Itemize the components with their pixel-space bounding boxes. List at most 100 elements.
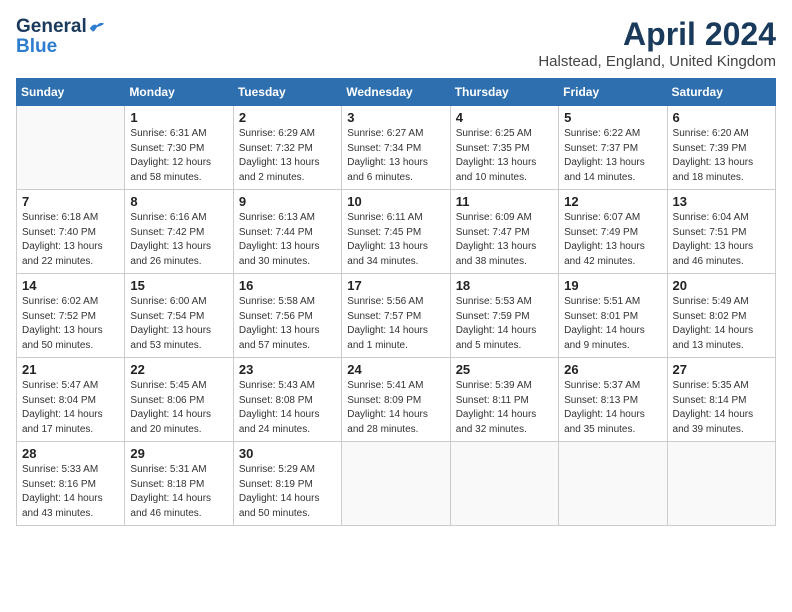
calendar-cell: 11 Sunrise: 6:09 AMSunset: 7:47 PMDayligh… bbox=[450, 190, 558, 274]
day-info: Sunrise: 6:18 AMSunset: 7:40 PMDaylight:… bbox=[22, 211, 119, 269]
day-info: Sunrise: 6:22 AMSunset: 7:37 PMDaylight:… bbox=[564, 127, 661, 185]
day-number: 23 bbox=[239, 362, 336, 377]
calendar-week-5: 28Sunrise: 5:33 AMSunset: 8:16 PMDayligh… bbox=[17, 442, 776, 526]
calendar-table: SundayMondayTuesdayWednesdayThursdayFrid… bbox=[16, 78, 776, 526]
calendar-cell: 19 Sunrise: 5:51 AMSunset: 8:01 PMDayligh… bbox=[559, 274, 667, 358]
calendar-cell: 15Sunrise: 6:00 AMSunset: 7:54 PMDayligh… bbox=[125, 274, 233, 358]
calendar-cell: 30 Sunrise: 5:29 AMSunset: 8:19 PMDayligh… bbox=[233, 442, 341, 526]
day-number: 30 bbox=[239, 446, 336, 461]
calendar-header-row: SundayMondayTuesdayWednesdayThursdayFrid… bbox=[17, 79, 776, 106]
day-info: Sunrise: 6:16 AMSunset: 7:42 PMDaylight:… bbox=[130, 211, 227, 269]
calendar-week-3: 14 Sunrise: 6:02 AMSunset: 7:52 PMDayligh… bbox=[17, 274, 776, 358]
day-number: 6 bbox=[673, 110, 770, 125]
day-number: 3 bbox=[347, 110, 444, 125]
calendar-cell: 9 Sunrise: 6:13 AMSunset: 7:44 PMDaylight… bbox=[233, 190, 341, 274]
calendar-cell: 4 Sunrise: 6:25 AMSunset: 7:35 PMDaylight… bbox=[450, 106, 558, 190]
day-number: 24 bbox=[347, 362, 444, 377]
day-info: Sunrise: 6:13 AMSunset: 7:44 PMDaylight:… bbox=[239, 211, 336, 269]
calendar-cell: 26Sunrise: 5:37 AMSunset: 8:13 PMDayligh… bbox=[559, 358, 667, 442]
calendar-cell bbox=[667, 442, 775, 526]
day-info: Sunrise: 6:07 AMSunset: 7:49 PMDaylight:… bbox=[564, 211, 661, 269]
day-number: 12 bbox=[564, 194, 661, 209]
calendar-cell: 28Sunrise: 5:33 AMSunset: 8:16 PMDayligh… bbox=[17, 442, 125, 526]
day-number: 26 bbox=[564, 362, 661, 377]
calendar-cell bbox=[342, 442, 450, 526]
page-header: General Blue April 2024 Halstead, Englan… bbox=[16, 16, 776, 70]
calendar-cell: 8 Sunrise: 6:16 AMSunset: 7:42 PMDaylight… bbox=[125, 190, 233, 274]
day-info: Sunrise: 6:20 AMSunset: 7:39 PMDaylight:… bbox=[673, 127, 770, 185]
calendar-cell: 5 Sunrise: 6:22 AMSunset: 7:37 PMDaylight… bbox=[559, 106, 667, 190]
calendar-week-2: 7 Sunrise: 6:18 AMSunset: 7:40 PMDaylight… bbox=[17, 190, 776, 274]
title-block: April 2024 Halstead, England, United Kin… bbox=[538, 16, 776, 70]
day-info: Sunrise: 5:51 AMSunset: 8:01 PMDaylight:… bbox=[564, 295, 661, 353]
day-info: Sunrise: 6:02 AMSunset: 7:52 PMDaylight:… bbox=[22, 295, 119, 353]
calendar-cell bbox=[559, 442, 667, 526]
logo-bird-icon bbox=[89, 20, 105, 34]
day-number: 5 bbox=[564, 110, 661, 125]
header-saturday: Saturday bbox=[667, 79, 775, 106]
day-number: 19 bbox=[564, 278, 661, 293]
calendar-cell: 29 Sunrise: 5:31 AMSunset: 8:18 PMDayligh… bbox=[125, 442, 233, 526]
calendar-cell: 12 Sunrise: 6:07 AMSunset: 7:49 PMDayligh… bbox=[559, 190, 667, 274]
calendar-cell: 23 Sunrise: 5:43 AMSunset: 8:08 PMDayligh… bbox=[233, 358, 341, 442]
calendar-week-4: 21Sunrise: 5:47 AMSunset: 8:04 PMDayligh… bbox=[17, 358, 776, 442]
day-info: Sunrise: 5:58 AMSunset: 7:56 PMDaylight:… bbox=[239, 295, 336, 353]
day-info: Sunrise: 6:09 AMSunset: 7:47 PMDaylight:… bbox=[456, 211, 553, 269]
day-number: 4 bbox=[456, 110, 553, 125]
header-thursday: Thursday bbox=[450, 79, 558, 106]
calendar-cell: 18Sunrise: 5:53 AMSunset: 7:59 PMDayligh… bbox=[450, 274, 558, 358]
day-info: Sunrise: 5:33 AMSunset: 8:16 PMDaylight:… bbox=[22, 463, 119, 521]
subtitle: Halstead, England, United Kingdom bbox=[538, 53, 776, 70]
calendar-cell: 6 Sunrise: 6:20 AMSunset: 7:39 PMDaylight… bbox=[667, 106, 775, 190]
day-info: Sunrise: 5:43 AMSunset: 8:08 PMDaylight:… bbox=[239, 379, 336, 437]
day-number: 22 bbox=[130, 362, 227, 377]
calendar-cell: 16 Sunrise: 5:58 AMSunset: 7:56 PMDayligh… bbox=[233, 274, 341, 358]
day-number: 11 bbox=[456, 194, 553, 209]
day-info: Sunrise: 6:29 AMSunset: 7:32 PMDaylight:… bbox=[239, 127, 336, 185]
day-info: Sunrise: 6:31 AMSunset: 7:30 PMDaylight:… bbox=[130, 127, 227, 185]
day-info: Sunrise: 6:00 AMSunset: 7:54 PMDaylight:… bbox=[130, 295, 227, 353]
day-info: Sunrise: 5:53 AMSunset: 7:59 PMDaylight:… bbox=[456, 295, 553, 353]
day-info: Sunrise: 5:47 AMSunset: 8:04 PMDaylight:… bbox=[22, 379, 119, 437]
day-info: Sunrise: 6:25 AMSunset: 7:35 PMDaylight:… bbox=[456, 127, 553, 185]
header-tuesday: Tuesday bbox=[233, 79, 341, 106]
calendar-cell: 2 Sunrise: 6:29 AMSunset: 7:32 PMDaylight… bbox=[233, 106, 341, 190]
day-info: Sunrise: 5:56 AMSunset: 7:57 PMDaylight:… bbox=[347, 295, 444, 353]
day-number: 25 bbox=[456, 362, 553, 377]
calendar-cell: 1Sunrise: 6:31 AMSunset: 7:30 PMDaylight… bbox=[125, 106, 233, 190]
calendar-cell: 7 Sunrise: 6:18 AMSunset: 7:40 PMDaylight… bbox=[17, 190, 125, 274]
day-info: Sunrise: 5:29 AMSunset: 8:19 PMDaylight:… bbox=[239, 463, 336, 521]
calendar-cell: 3 Sunrise: 6:27 AMSunset: 7:34 PMDaylight… bbox=[342, 106, 450, 190]
day-number: 9 bbox=[239, 194, 336, 209]
day-number: 7 bbox=[22, 194, 119, 209]
day-info: Sunrise: 5:45 AMSunset: 8:06 PMDaylight:… bbox=[130, 379, 227, 437]
day-info: Sunrise: 5:31 AMSunset: 8:18 PMDaylight:… bbox=[130, 463, 227, 521]
calendar-cell: 25Sunrise: 5:39 AMSunset: 8:11 PMDayligh… bbox=[450, 358, 558, 442]
day-number: 14 bbox=[22, 278, 119, 293]
day-info: Sunrise: 6:27 AMSunset: 7:34 PMDaylight:… bbox=[347, 127, 444, 185]
calendar-cell: 14 Sunrise: 6:02 AMSunset: 7:52 PMDayligh… bbox=[17, 274, 125, 358]
day-number: 10 bbox=[347, 194, 444, 209]
calendar-cell: 27 Sunrise: 5:35 AMSunset: 8:14 PMDayligh… bbox=[667, 358, 775, 442]
header-sunday: Sunday bbox=[17, 79, 125, 106]
day-number: 8 bbox=[130, 194, 227, 209]
day-number: 27 bbox=[673, 362, 770, 377]
day-number: 16 bbox=[239, 278, 336, 293]
calendar-cell: 24Sunrise: 5:41 AMSunset: 8:09 PMDayligh… bbox=[342, 358, 450, 442]
day-number: 29 bbox=[130, 446, 227, 461]
day-info: Sunrise: 6:11 AMSunset: 7:45 PMDaylight:… bbox=[347, 211, 444, 269]
calendar-cell bbox=[17, 106, 125, 190]
day-info: Sunrise: 5:49 AMSunset: 8:02 PMDaylight:… bbox=[673, 295, 770, 353]
day-info: Sunrise: 5:35 AMSunset: 8:14 PMDaylight:… bbox=[673, 379, 770, 437]
day-number: 13 bbox=[673, 194, 770, 209]
calendar-week-1: 1Sunrise: 6:31 AMSunset: 7:30 PMDaylight… bbox=[17, 106, 776, 190]
header-friday: Friday bbox=[559, 79, 667, 106]
calendar-cell: 21Sunrise: 5:47 AMSunset: 8:04 PMDayligh… bbox=[17, 358, 125, 442]
calendar-cell: 10 Sunrise: 6:11 AMSunset: 7:45 PMDayligh… bbox=[342, 190, 450, 274]
calendar-cell: 22 Sunrise: 5:45 AMSunset: 8:06 PMDayligh… bbox=[125, 358, 233, 442]
logo: General Blue bbox=[16, 16, 105, 58]
header-wednesday: Wednesday bbox=[342, 79, 450, 106]
calendar-cell: 17Sunrise: 5:56 AMSunset: 7:57 PMDayligh… bbox=[342, 274, 450, 358]
header-monday: Monday bbox=[125, 79, 233, 106]
day-number: 2 bbox=[239, 110, 336, 125]
